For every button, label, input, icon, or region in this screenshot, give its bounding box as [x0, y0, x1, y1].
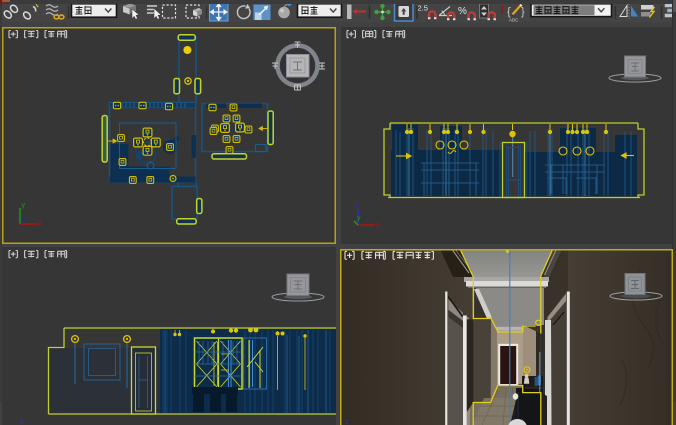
svg-text:X: X [376, 222, 381, 229]
svg-text:z: z [355, 202, 359, 209]
svg-text:ABC: ABC [509, 18, 519, 23]
svg-text:y: y [22, 202, 26, 209]
svg-text:%: % [458, 6, 467, 17]
svg-text:z: z [345, 419, 349, 425]
svg-text:z: z [22, 217, 26, 224]
svg-text:}: } [521, 6, 525, 18]
svg-text:2.5: 2.5 [418, 4, 428, 13]
svg-text:{: { [507, 6, 511, 18]
svg-text:y: y [357, 215, 361, 222]
svg-text:z: z [20, 419, 24, 425]
svg-text:X: X [38, 221, 43, 228]
